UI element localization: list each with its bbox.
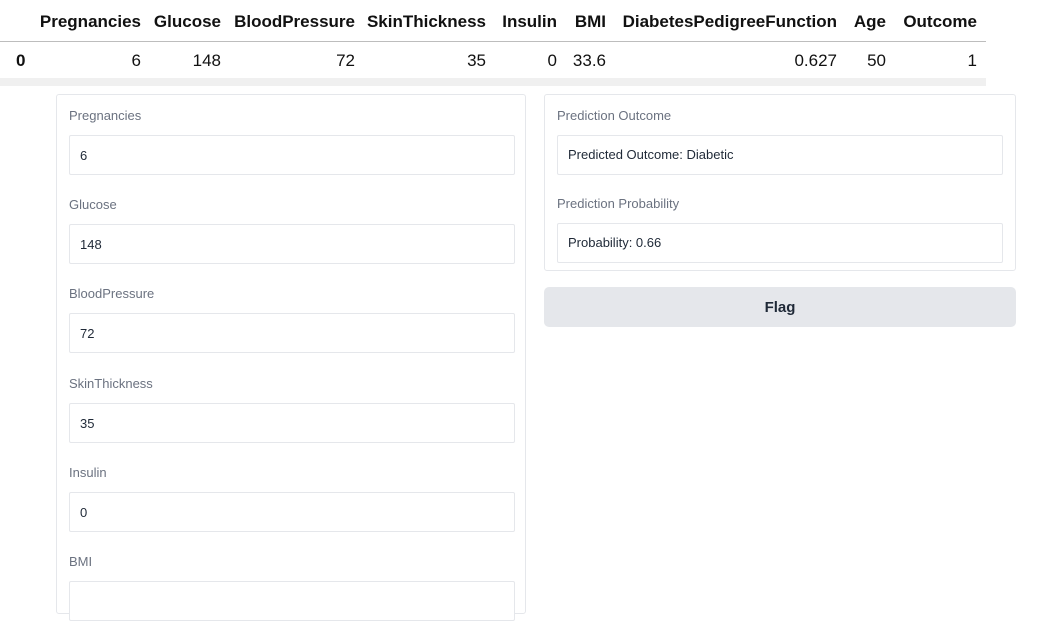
- bmi-label: BMI: [69, 554, 93, 569]
- skin-thickness-field: SkinThickness: [69, 376, 515, 443]
- bmi-field: BMI: [69, 554, 515, 621]
- column-header-age: Age: [853, 12, 886, 31]
- glucose-field: Glucose: [69, 197, 515, 264]
- column-header-bmi: BMI: [574, 12, 606, 31]
- blood-pressure-input[interactable]: [69, 313, 515, 353]
- column-header-outcome: Outcome: [903, 12, 977, 31]
- column-header-diabetes-pedigree-function: DiabetesPedigreeFunction: [622, 12, 837, 31]
- pregnancies-input[interactable]: [69, 135, 515, 175]
- table-row: 0 6 148 72 35 0 33.6 0.627 50 1: [0, 42, 986, 78]
- column-header-pregnancies: Pregnancies: [39, 12, 141, 31]
- row-index: 0: [16, 51, 26, 70]
- skin-thickness-input[interactable]: [69, 403, 515, 443]
- prediction-outcome-label: Prediction Outcome: [557, 108, 672, 123]
- output-panel: Prediction Outcome Predicted Outcome: Di…: [544, 94, 1016, 271]
- glucose-input[interactable]: [69, 224, 515, 264]
- table-header-row: Pregnancies Glucose BloodPressure SkinTh…: [0, 0, 986, 42]
- prediction-probability-output[interactable]: Probability: 0.66: [557, 223, 1003, 263]
- input-panel: Pregnancies Glucose BloodPressure SkinTh…: [56, 94, 526, 621]
- cell-insulin: 0: [547, 51, 557, 70]
- insulin-field: Insulin: [69, 465, 515, 532]
- cell-outcome: 1: [967, 51, 977, 70]
- prediction-probability-field: Prediction Probability Probability: 0.66: [557, 196, 1003, 263]
- prediction-outcome-field: Prediction Outcome Predicted Outcome: Di…: [557, 108, 1003, 175]
- skin-thickness-label: SkinThickness: [69, 376, 153, 391]
- table-horizontal-scrollbar[interactable]: [0, 78, 986, 86]
- column-header-glucose: Glucose: [153, 12, 221, 31]
- prediction-probability-label: Prediction Probability: [557, 196, 680, 211]
- dataframe-table: Pregnancies Glucose BloodPressure SkinTh…: [0, 0, 986, 86]
- pregnancies-field: Pregnancies: [69, 108, 515, 175]
- prediction-outcome-output[interactable]: Predicted Outcome: Diabetic: [557, 135, 1003, 175]
- cell-blood-pressure: 72: [336, 51, 355, 70]
- flag-button[interactable]: Flag: [544, 287, 1016, 327]
- column-header-insulin: Insulin: [502, 12, 557, 31]
- column-header-blood-pressure: BloodPressure: [234, 12, 355, 31]
- bmi-input[interactable]: [69, 581, 515, 621]
- blood-pressure-field: BloodPressure: [69, 286, 515, 353]
- column-header-skin-thickness: SkinThickness: [366, 12, 486, 31]
- cell-bmi: 33.6: [572, 51, 606, 70]
- pregnancies-label: Pregnancies: [69, 108, 142, 123]
- insulin-label: Insulin: [69, 465, 107, 480]
- cell-diabetes-pedigree-function: 0.627: [794, 51, 837, 70]
- cell-age: 50: [867, 51, 886, 70]
- cell-glucose: 148: [192, 51, 221, 70]
- blood-pressure-label: BloodPressure: [69, 286, 155, 301]
- cell-pregnancies: 6: [131, 51, 141, 70]
- cell-skin-thickness: 35: [467, 51, 486, 70]
- glucose-label: Glucose: [69, 197, 117, 212]
- insulin-input[interactable]: [69, 492, 515, 532]
